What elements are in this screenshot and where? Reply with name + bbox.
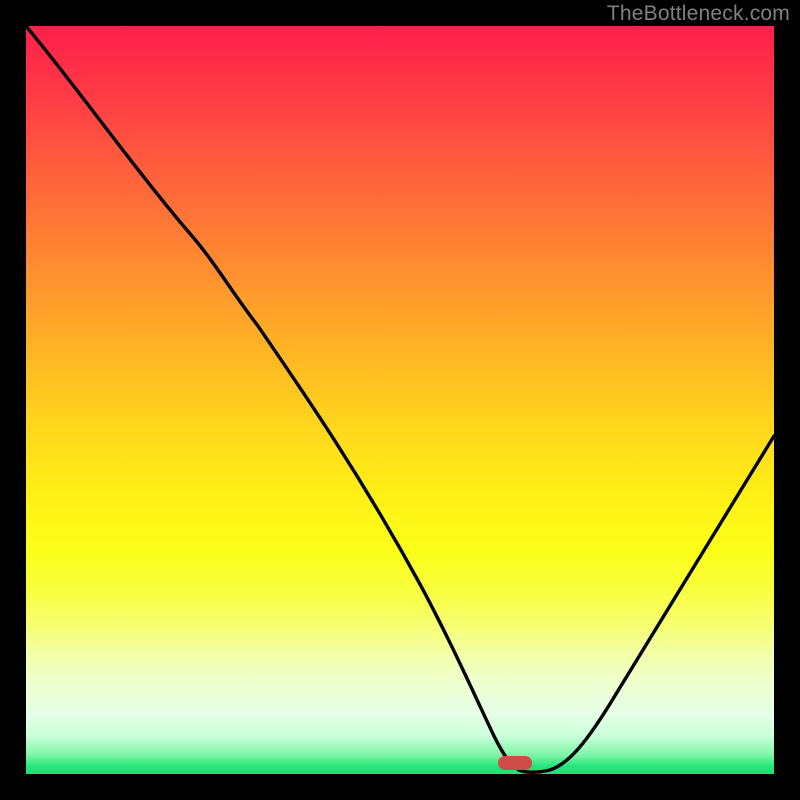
watermark-text: TheBottleneck.com (607, 2, 790, 26)
optimum-marker (498, 756, 532, 770)
bottleneck-curve (26, 26, 774, 774)
plot-area (26, 26, 774, 774)
curve-path (26, 26, 774, 772)
chart-frame: TheBottleneck.com (0, 0, 800, 800)
